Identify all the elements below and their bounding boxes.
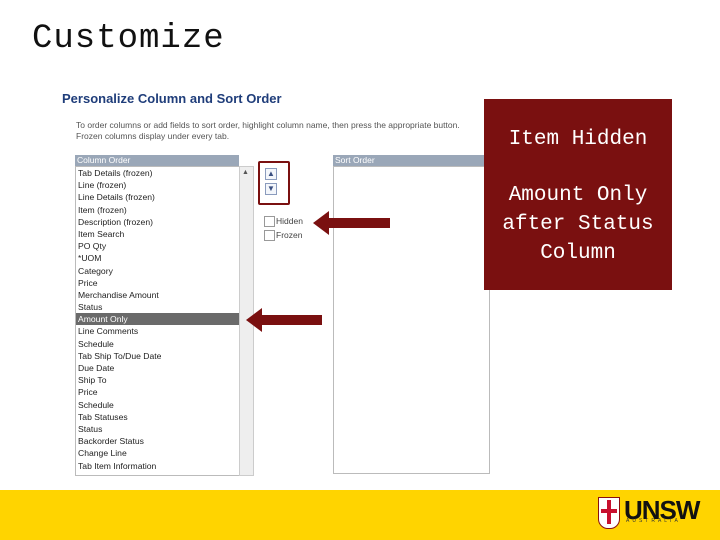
column-order-item[interactable]: Tab Statuses xyxy=(76,411,240,423)
column-order-item[interactable]: Amount Only xyxy=(76,313,240,326)
hidden-checkbox[interactable] xyxy=(264,216,275,227)
column-order-item[interactable]: Line (frozen) xyxy=(76,179,240,191)
unsw-logo-subtext: AUSTRALIA xyxy=(626,518,681,524)
column-order-item[interactable]: Due Date xyxy=(76,362,240,374)
callout-line-2b: after Status xyxy=(502,213,654,236)
column-order-item[interactable]: *UOM xyxy=(76,252,240,264)
column-order-item[interactable]: Line Comments xyxy=(76,325,240,337)
column-order-item[interactable]: Ship To xyxy=(76,374,240,386)
column-order-item[interactable]: Category xyxy=(76,265,240,277)
column-order-list[interactable]: Tab Details (frozen) Line (frozen) Line De… xyxy=(75,166,240,476)
callout-line-2: Amount Only after Status Column xyxy=(484,181,672,268)
move-down-button[interactable]: ▼ xyxy=(265,183,277,195)
column-order-item[interactable]: Tab Item Information xyxy=(76,460,240,472)
column-order-item[interactable]: Schedule xyxy=(76,338,240,350)
sort-order-label: Sort Order xyxy=(333,155,488,166)
column-order-item[interactable]: Price xyxy=(76,277,240,289)
column-order-item[interactable]: Change Line xyxy=(76,447,240,459)
panel-title: Personalize Column and Sort Order xyxy=(62,91,282,106)
callout-box: Item Hidden Amount Only after Status Col… xyxy=(484,99,672,290)
unsw-crest-icon xyxy=(598,497,620,529)
callout-line-2a: Amount Only xyxy=(508,184,648,207)
column-order-item[interactable]: Line Details (frozen) xyxy=(76,191,240,203)
arrow-amount-shaft xyxy=(262,315,322,325)
move-up-button[interactable]: ▲ xyxy=(265,168,277,180)
arrow-hidden-head-icon xyxy=(313,211,329,235)
column-order-item[interactable]: Status xyxy=(76,301,240,313)
column-order-item[interactable]: PO Qty xyxy=(76,240,240,252)
frozen-label: Frozen xyxy=(276,230,303,240)
scroll-up-arrow-icon[interactable]: ▲ xyxy=(242,169,249,176)
callout-line-2c: Column xyxy=(540,242,616,265)
column-order-label: Column Order xyxy=(75,155,239,166)
column-order-item[interactable]: Price xyxy=(76,386,240,398)
sort-order-list[interactable] xyxy=(333,166,490,474)
arrow-amount-head-icon xyxy=(246,308,262,332)
column-order-item[interactable]: Item (frozen) xyxy=(76,204,240,216)
column-order-item[interactable]: Tab Ship To/Due Date xyxy=(76,350,240,362)
column-order-item[interactable]: Tab Details (frozen) xyxy=(76,167,240,179)
instructions-text: To order columns or add fields to sort o… xyxy=(76,120,460,141)
frozen-checkbox[interactable] xyxy=(264,230,275,241)
slide-title: Customize xyxy=(32,20,225,58)
hidden-label: Hidden xyxy=(276,216,303,226)
arrow-hidden-shaft xyxy=(328,218,390,228)
column-order-item[interactable]: Status xyxy=(76,423,240,435)
column-order-item[interactable]: Schedule xyxy=(76,399,240,411)
column-order-item[interactable]: Merchandise Amount xyxy=(76,289,240,301)
column-order-item[interactable]: Backorder Status xyxy=(76,435,240,447)
column-order-item[interactable]: Item Search xyxy=(76,228,240,240)
callout-line-1: Item Hidden xyxy=(508,128,648,151)
column-order-item[interactable]: Description (frozen) xyxy=(76,216,240,228)
